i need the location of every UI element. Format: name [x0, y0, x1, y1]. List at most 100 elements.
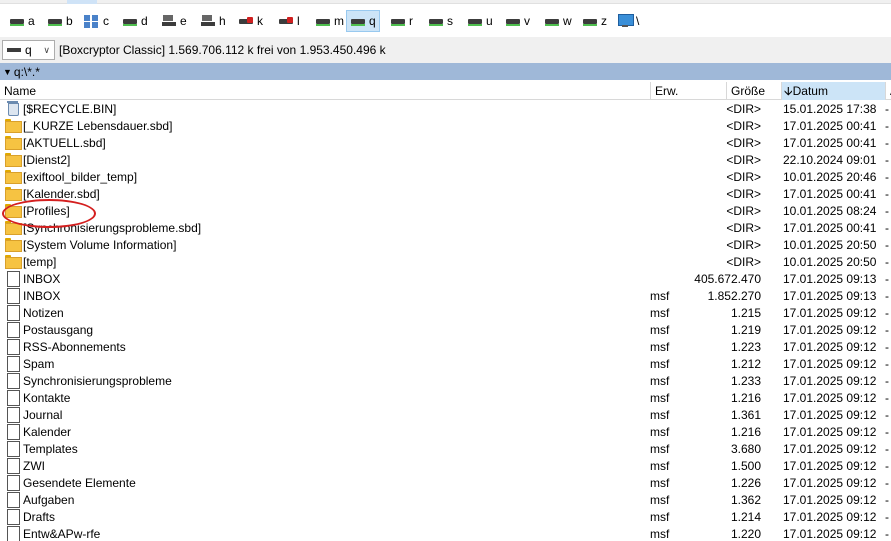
table-row[interactable]: Templates msf 3.680 17.01.2025 09:12-	[0, 441, 891, 458]
drive-button-v[interactable]: v	[501, 10, 534, 32]
drive-info: [Boxcryptor Classic] 1.569.706.112 k fre…	[59, 43, 386, 57]
table-row[interactable]: [Kalender.sbd] <DIR> 17.01.2025 00:41-	[0, 186, 891, 203]
drive-select[interactable]: q ∨	[2, 40, 55, 60]
table-row[interactable]: [AKTUELL.sbd] <DIR> 17.01.2025 00:41-	[0, 135, 891, 152]
down-arrow-icon: 🡫	[784, 84, 793, 98]
file-name: [System Volume Information]	[23, 238, 177, 252]
table-row[interactable]: Gesendete Elemente msf 1.226 17.01.2025 09:…	[0, 475, 891, 492]
drive-button-c[interactable]: c	[80, 10, 113, 32]
table-row[interactable]: [_KURZE Lebensdauer.sbd] <DIR> 17.01.2025 …	[0, 118, 891, 135]
drive-button-u[interactable]: u	[463, 10, 497, 32]
drive-button-a[interactable]: a	[5, 10, 39, 32]
table-row[interactable]: Journal msf 1.361 17.01.2025 09:12-	[0, 407, 891, 424]
file-icon	[5, 339, 20, 355]
drive-button-s[interactable]: s	[424, 10, 457, 32]
drive-button-w[interactable]: w	[540, 10, 576, 32]
file-icon	[5, 271, 20, 287]
folder-icon	[5, 135, 22, 150]
file-icon	[5, 509, 20, 525]
table-row[interactable]: RSS-Abonnements msf 1.223 17.01.2025 09:12-	[0, 339, 891, 356]
file-name: Postausgang	[23, 323, 94, 337]
column-header-name[interactable]: Name	[0, 82, 651, 100]
chevron-down-icon[interactable]: ∨	[43, 45, 50, 56]
table-row[interactable]: Notizen msf 1.215 17.01.2025 09:12-	[0, 305, 891, 322]
column-header-date[interactable]: 🡫Datum	[782, 82, 886, 100]
table-row[interactable]: Spam msf 1.212 17.01.2025 09:12-	[0, 356, 891, 373]
file-name: [Dienst2]	[23, 153, 71, 167]
file-size: 1.226	[730, 476, 761, 490]
file-attr: -	[885, 442, 889, 456]
drive-button-q[interactable]: q	[346, 10, 380, 32]
table-row[interactable]: [$RECYCLE.BIN] <DIR> 15.01.2025 17:38-	[0, 101, 891, 118]
file-size: <DIR>	[726, 136, 761, 150]
drive-letter: c	[103, 14, 109, 28]
file-date: 17.01.2025 09:13	[783, 272, 877, 286]
table-row[interactable]: [System Volume Information] <DIR> 10.01.20…	[0, 237, 891, 254]
folder-icon	[5, 237, 22, 252]
drive-button-r[interactable]: r	[386, 10, 417, 32]
file-date: 17.01.2025 00:41	[783, 119, 877, 133]
file-icon	[5, 424, 20, 440]
drive-button-h[interactable]: h	[196, 10, 230, 32]
drive-button-b[interactable]: b	[43, 10, 77, 32]
file-attr: -	[885, 170, 889, 184]
table-row[interactable]: INBOX 405.672.470 17.01.2025 09:13-	[0, 271, 891, 288]
column-header-attr[interactable]: A	[886, 82, 891, 100]
file-size: <DIR>	[726, 221, 761, 235]
top-strip	[0, 0, 891, 4]
file-ext: msf	[650, 374, 670, 388]
file-name: [_KURZE Lebensdauer.sbd]	[23, 119, 173, 133]
table-row[interactable]: Postausgang msf 1.219 17.01.2025 09:12-	[0, 322, 891, 339]
file-date: 10.01.2025 20:46	[783, 170, 877, 184]
drive-button-network[interactable]: \	[613, 10, 643, 32]
table-row[interactable]: [exiftool_bilder_temp] <DIR> 10.01.2025 20…	[0, 169, 891, 186]
file-ext: msf	[650, 391, 670, 405]
table-row[interactable]: Entw&APw-rfe msf 1.220 17.01.2025 09:12-	[0, 526, 891, 541]
file-date: 17.01.2025 09:12	[783, 442, 877, 456]
file-attr: -	[885, 323, 889, 337]
hdd-icon	[315, 14, 331, 28]
drive-button-l[interactable]: l	[274, 10, 304, 32]
table-row[interactable]: Aufgaben msf 1.362 17.01.2025 09:12-	[0, 492, 891, 509]
drive-button-d[interactable]: d	[118, 10, 152, 32]
file-ext: msf	[650, 323, 670, 337]
column-header-ext[interactable]: Erw.	[651, 82, 727, 100]
folder-icon	[5, 186, 22, 201]
file-date: 10.01.2025 20:50	[783, 255, 877, 269]
file-ext: msf	[650, 459, 670, 473]
table-row[interactable]: [Profiles] <DIR> 10.01.2025 08:24-	[0, 203, 891, 220]
drive-button-z[interactable]: z	[578, 10, 611, 32]
file-ext: msf	[650, 510, 670, 524]
table-row[interactable]: [Synchronisierungsprobleme.sbd] <DIR> 17.0…	[0, 220, 891, 237]
drive-button-k[interactable]: k	[234, 10, 267, 32]
column-header: Name Erw. Größe 🡫Datum A	[0, 82, 891, 100]
file-size: 1.215	[730, 306, 761, 320]
caret-down-icon[interactable]: ▼	[3, 67, 12, 77]
file-size: 1.216	[730, 425, 761, 439]
table-row[interactable]: Drafts msf 1.214 17.01.2025 09:12-	[0, 509, 891, 526]
file-size: 1.219	[730, 323, 761, 337]
table-row[interactable]: [Dienst2] <DIR> 22.10.2024 09:01-	[0, 152, 891, 169]
drive-letter: q	[369, 14, 376, 28]
table-row[interactable]: Kalender msf 1.216 17.01.2025 09:12-	[0, 424, 891, 441]
disconnected-drive-icon	[278, 14, 294, 28]
table-row[interactable]: ZWI msf 1.500 17.01.2025 09:12-	[0, 458, 891, 475]
file-date: 17.01.2025 00:41	[783, 187, 877, 201]
file-ext: msf	[650, 442, 670, 456]
drive-button-e[interactable]: e	[157, 10, 191, 32]
file-attr: -	[885, 493, 889, 507]
table-row[interactable]: Synchronisierungsprobleme msf 1.233 17.01.2…	[0, 373, 891, 390]
table-row[interactable]: [temp] <DIR> 10.01.2025 20:50-	[0, 254, 891, 271]
file-size: 1.852.270	[707, 289, 761, 303]
file-name: Gesendete Elemente	[23, 476, 136, 490]
table-row[interactable]: INBOX msf 1.852.270 17.01.2025 09:13-	[0, 288, 891, 305]
removable-drive-icon	[161, 14, 177, 28]
location-bar[interactable]: ▼ q:\*.*	[0, 63, 891, 80]
network-drive-icon	[84, 14, 100, 28]
drive-button-m[interactable]: m	[311, 10, 348, 32]
file-date: 17.01.2025 09:12	[783, 510, 877, 524]
column-header-size[interactable]: Größe	[727, 82, 782, 100]
file-size: 1.220	[730, 527, 761, 541]
file-ext: msf	[650, 340, 670, 354]
table-row[interactable]: Kontakte msf 1.216 17.01.2025 09:12-	[0, 390, 891, 407]
